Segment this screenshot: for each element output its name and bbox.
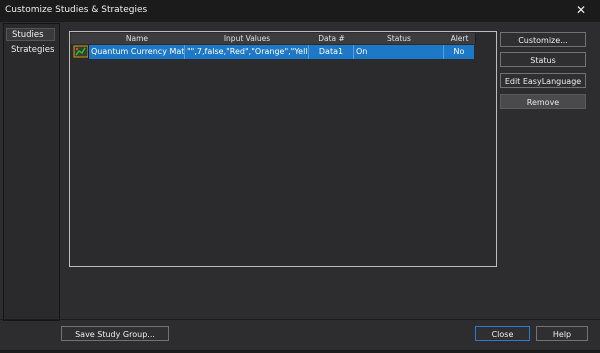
cell-data: Data1 [309,45,354,59]
cell-alert: No [453,47,465,56]
cell-name: Quantum Currency Matrix [89,45,185,59]
header-input-values[interactable]: Input Values [185,33,310,44]
header-data[interactable]: Data # [309,33,355,44]
study-icon [71,45,89,59]
header-status[interactable]: Status [354,33,445,44]
close-icon[interactable]: ✕ [576,3,586,17]
table-row[interactable]: Quantum Currency Matrix "",7,false,"Red"… [71,45,474,59]
footer-divider [0,319,600,320]
header-icon-col [71,33,90,44]
cell-status: On [354,45,444,59]
header-alert[interactable]: Alert [444,33,476,44]
nav-item-studies[interactable]: Studies [6,28,55,41]
nav-item-strategies[interactable]: Strategies [6,44,55,57]
studies-grid: Name Input Values Data # Status Alert Qu… [69,31,497,267]
window-title: Customize Studies & Strategies [5,5,148,15]
customize-button[interactable]: Customize... [500,32,586,47]
cell-input-values: "",7,false,"Red","Orange","Yellow" [185,45,309,59]
remove-button[interactable]: Remove [500,94,586,109]
title-bar: Customize Studies & Strategies ✕ [0,0,600,22]
save-study-group-button[interactable]: Save Study Group... [61,326,169,341]
edit-easylanguage-button[interactable]: Edit EasyLanguage [500,73,586,88]
status-button[interactable]: Status [500,52,586,67]
header-name[interactable]: Name [89,33,186,44]
close-button[interactable]: Close [475,326,530,341]
help-button[interactable]: Help [536,326,588,341]
sidebar: Studies Strategies [3,23,60,321]
